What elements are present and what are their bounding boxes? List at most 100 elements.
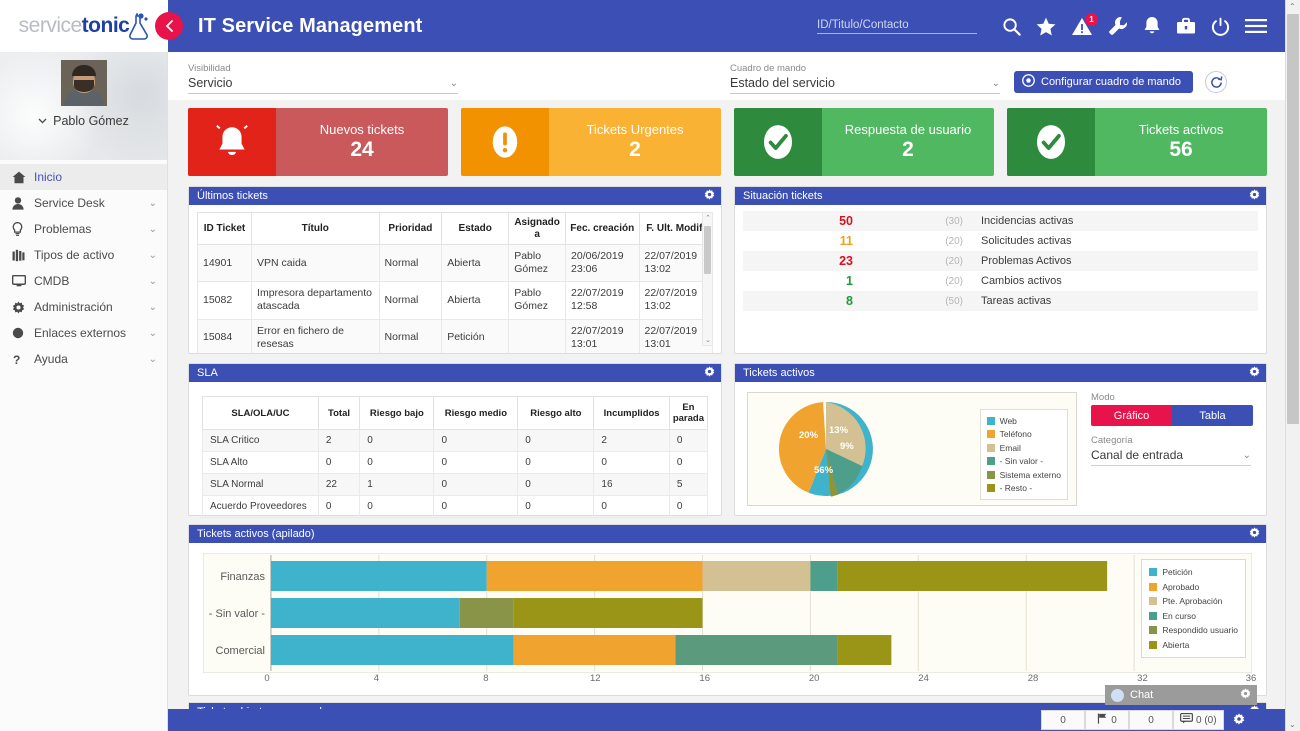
table-row[interactable]: SLA Critico 2 0 0 0 2 0 — [203, 430, 708, 452]
legend-label: Email — [1000, 443, 1021, 453]
sidebar-item-cmdb[interactable]: CMDB ⌄ — [0, 268, 167, 294]
table-row[interactable]: Acuerdo Proveedores 0 0 0 0 0 0 — [203, 496, 708, 518]
dashboard-filter-group: Cuadro de mando Estado del servicio ⌄ — [730, 63, 1000, 94]
dashboard-select[interactable]: Estado del servicio ⌄ — [730, 76, 1000, 94]
power-icon[interactable] — [1211, 17, 1230, 36]
status-settings-button[interactable] — [1224, 710, 1254, 730]
kpi-value: 56 — [1169, 138, 1192, 162]
legend-item[interactable]: Email — [987, 441, 1061, 455]
stacked-bar-chart[interactable]: Finanzas - Sin valor - Comercial — [203, 553, 1252, 673]
situation-row[interactable]: 8 (50) Tareas activas — [743, 291, 1258, 311]
sidebar-item-ayuda[interactable]: ? Ayuda ⌄ — [0, 346, 167, 372]
chat-icon — [1180, 713, 1193, 727]
browser-scrollbar[interactable]: ⌃ ⌄ — [1285, 0, 1300, 731]
kpi-card-tickets-activos[interactable]: Tickets activos 56 — [1007, 108, 1267, 176]
star-icon[interactable] — [1036, 17, 1056, 36]
status-bar: 0 0 0 0 (0) — [168, 709, 1285, 731]
gear-icon[interactable] — [1249, 189, 1260, 203]
gear-icon[interactable] — [1249, 527, 1260, 541]
main-content: Visibilidad Servicio ⌄ Cuadro de mando E… — [168, 52, 1285, 731]
gear-icon[interactable] — [1249, 366, 1260, 380]
stacked-chart-plot[interactable]: Finanzas - Sin valor - Comercial Petició… — [203, 553, 1252, 673]
cell-titulo: Impresora departamento atascada — [252, 282, 380, 319]
sidebar-item-administracion[interactable]: Administración ⌄ — [0, 294, 167, 320]
legend-item[interactable]: Aprobado — [1149, 580, 1238, 595]
cell-riesgo-bajo: 0 — [360, 430, 434, 452]
scroll-down-arrow[interactable]: ⌄ — [705, 336, 711, 344]
scrollbar-thumb[interactable] — [704, 226, 711, 274]
situation-row[interactable]: 1 (20) Cambios activos — [743, 271, 1258, 291]
col-riesgo-bajo: Riesgo bajo — [360, 397, 434, 430]
status-cell-chat[interactable]: 0 (0) — [1173, 710, 1224, 730]
scroll-down-arrow[interactable]: ⌄ — [1289, 720, 1296, 729]
legend-item[interactable]: Pte. Aprobación — [1149, 594, 1238, 609]
legend-item[interactable]: Web — [987, 414, 1061, 428]
scroll-up-arrow[interactable]: ⌃ — [1289, 2, 1296, 11]
briefcase-icon[interactable] — [1176, 17, 1196, 35]
sidebar-item-inicio[interactable]: Inicio — [0, 164, 167, 190]
sidebar-item-enlaces-externos[interactable]: Enlaces externos ⌄ — [0, 320, 167, 346]
legend-item[interactable]: En curso — [1149, 609, 1238, 624]
x-tick: 36 — [1246, 673, 1257, 684]
legend-label: Abierta — [1162, 640, 1189, 650]
sidebar-item-service-desk[interactable]: Service Desk ⌄ — [0, 190, 167, 216]
search-icon[interactable] — [1002, 17, 1021, 36]
user-profile-block[interactable]: Pablo Gómez — [0, 52, 167, 160]
kpi-card-nuevos-tickets[interactable]: Nuevos tickets 24 — [188, 108, 448, 176]
sidebar-item-problemas[interactable]: Problemas ⌄ — [0, 216, 167, 242]
alert-triangle-icon[interactable]: 1 — [1071, 17, 1093, 36]
kpi-card-respuesta-de-usuario[interactable]: Respuesta de usuario 2 — [734, 108, 994, 176]
gear-icon[interactable] — [704, 366, 715, 380]
search-input[interactable]: ID/Titulo/Contacto — [817, 19, 977, 34]
table-row[interactable]: 15084 Error en fichero de resesas Normal… — [198, 319, 713, 353]
situation-row[interactable]: 11 (20) Solicitudes activas — [743, 231, 1258, 251]
visibility-select[interactable]: Servicio ⌄ — [188, 76, 458, 94]
chat-widget[interactable]: Chat — [1105, 685, 1257, 705]
legend-item[interactable]: Respondido usuario — [1149, 623, 1238, 638]
gear-icon[interactable] — [1240, 688, 1251, 702]
top-bar-actions: ID/Titulo/Contacto 1 — [817, 16, 1285, 36]
category-select[interactable]: Canal de entrada ⌄ — [1091, 448, 1251, 466]
chat-header[interactable]: Chat — [1105, 685, 1257, 705]
gear-icon[interactable] — [704, 189, 715, 203]
refresh-button[interactable] — [1205, 71, 1227, 93]
legend-item[interactable]: - Resto - — [987, 482, 1061, 496]
mode-option-grafico[interactable]: Gráfico — [1091, 405, 1172, 426]
situation-row[interactable]: 23 (20) Problemas Activos — [743, 251, 1258, 271]
bell-icon[interactable] — [1143, 16, 1161, 36]
legend-item[interactable]: Petición — [1149, 565, 1238, 580]
kpi-value: 2 — [902, 138, 914, 162]
cell-creacion: 22/07/2019 13:01 — [566, 319, 639, 353]
status-cell-flag[interactable]: 0 — [1085, 710, 1129, 730]
legend-item[interactable]: Abierta — [1149, 638, 1238, 653]
cell-sla-name: Acuerdo Proveedores — [203, 496, 319, 518]
situation-row[interactable]: 50 (30) Incidencias activas — [743, 211, 1258, 231]
table-vertical-scrollbar[interactable]: ⌃ ⌄ — [702, 212, 713, 346]
logo-text-tonic: tonic — [82, 14, 130, 37]
legend-item[interactable]: Teléfono — [987, 428, 1061, 442]
legend-item[interactable]: Sistema externo — [987, 468, 1061, 482]
table-row[interactable]: 15082 Impresora departamento atascada No… — [198, 282, 713, 319]
brand-logo[interactable]: servicetonic — [0, 0, 168, 52]
legend-swatch — [1149, 568, 1157, 576]
configure-dashboard-button[interactable]: Configurar cuadro de mando — [1014, 71, 1193, 93]
status-cell-count[interactable]: 0 — [1041, 710, 1085, 730]
dashboard-label: Cuadro de mando — [730, 63, 1000, 74]
kpi-label: Respuesta de usuario — [845, 122, 971, 137]
wrench-icon[interactable] — [1108, 16, 1128, 36]
legend-item[interactable]: - Sin valor - — [987, 455, 1061, 469]
hamburger-menu-icon[interactable] — [1245, 18, 1267, 34]
user-menu[interactable]: Pablo Gómez — [38, 114, 129, 128]
pie-chart[interactable]: 56% 20% 13% 9% — [776, 399, 876, 499]
table-row[interactable]: 14901 VPN caida Normal Abierta Pablo Góm… — [198, 245, 713, 282]
kpi-card-tickets-urgentes[interactable]: Tickets Urgentes 2 — [461, 108, 721, 176]
scroll-up-arrow[interactable]: ⌃ — [705, 214, 711, 222]
scrollbar-thumb[interactable] — [1287, 14, 1299, 424]
table-row[interactable]: SLA Normal 22 1 0 0 16 5 — [203, 474, 708, 496]
table-row[interactable]: SLA Alto 0 0 0 0 0 0 — [203, 452, 708, 474]
col-id-ticket: ID Ticket — [198, 213, 252, 245]
mode-option-tabla[interactable]: Tabla — [1172, 405, 1253, 426]
status-cell-count-2[interactable]: 0 — [1129, 710, 1173, 730]
sidebar-collapse-button[interactable] — [155, 12, 183, 40]
sidebar-item-tipos-de-activo[interactable]: Tipos de activo ⌄ — [0, 242, 167, 268]
